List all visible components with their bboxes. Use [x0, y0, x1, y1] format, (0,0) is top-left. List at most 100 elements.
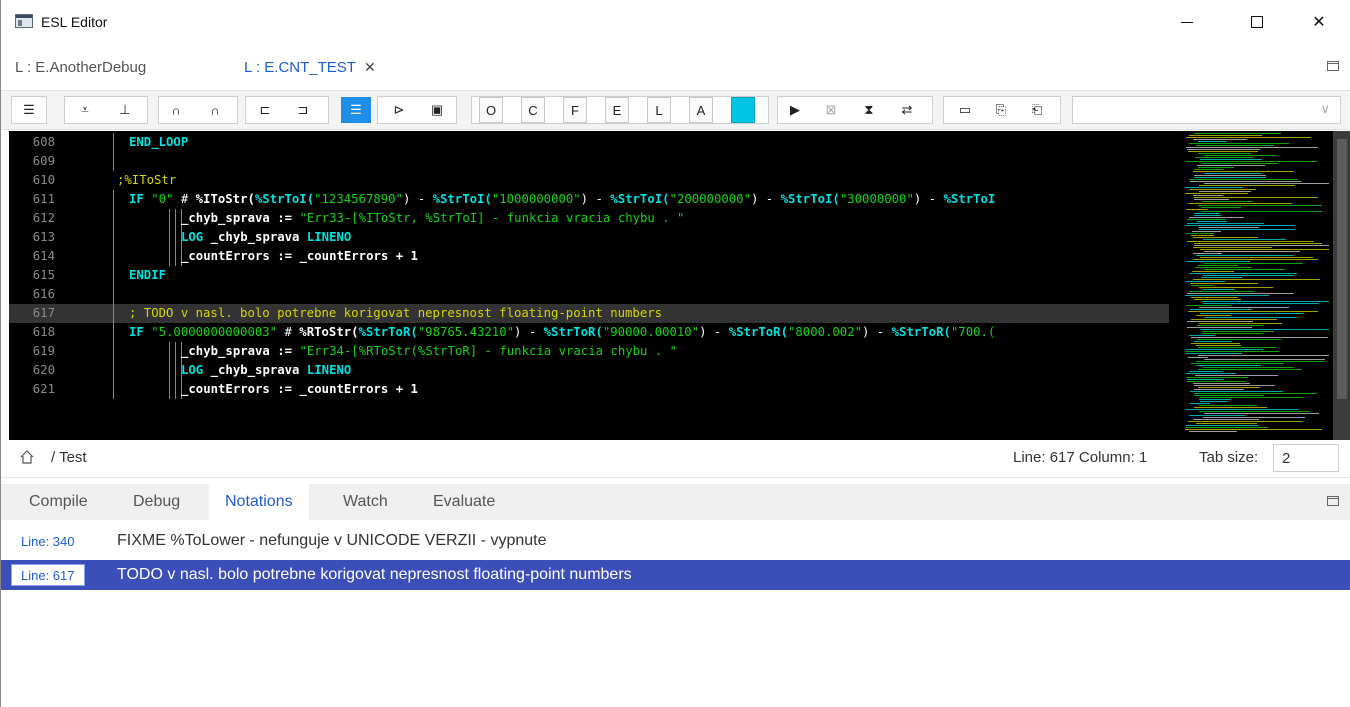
save-icon[interactable]: ▣ — [425, 97, 449, 123]
line-link[interactable]: Line: 340 — [11, 530, 85, 552]
tab-cnt-test[interactable]: L : E.CNT_TEST ✕ — [230, 48, 390, 86]
c-icon[interactable]: C — [521, 97, 545, 123]
minimap-line — [1186, 305, 1231, 306]
code-line[interactable]: 620 LOG _chyb_sprava LINENO — [9, 361, 1169, 380]
code-line[interactable]: 610 ;%IToStr — [9, 171, 1169, 190]
minimap-line — [1186, 373, 1236, 374]
bracket-right-icon[interactable]: ⊐ — [291, 97, 315, 123]
code-line[interactable]: 615 ENDIF — [9, 266, 1169, 285]
minimap-line — [1187, 293, 1294, 294]
minimap-line — [1194, 299, 1241, 300]
bracket-left-icon[interactable]: ⊏ — [253, 97, 277, 123]
minimap-line — [1186, 261, 1250, 262]
undo-icon[interactable]: ∩ — [164, 97, 188, 123]
minimap-line — [1189, 143, 1289, 144]
maximize-pane-icon[interactable] — [1327, 61, 1339, 71]
minimap[interactable] — [1179, 131, 1333, 440]
maximize-pane-icon[interactable] — [1327, 496, 1339, 506]
minimap-line — [1191, 285, 1214, 286]
minimap-line — [1193, 279, 1320, 280]
tab-label: Debug — [133, 493, 181, 510]
close-window-button[interactable]: ✕ — [1296, 0, 1342, 44]
minimize-button[interactable] — [1164, 0, 1210, 44]
code-line[interactable]: 614 _countErrors := _countErrors + 1 — [9, 247, 1169, 266]
stop-icon[interactable]: ⊠ — [819, 97, 843, 123]
code-token: %StrToI( — [780, 192, 840, 206]
minimap-line — [1189, 179, 1298, 180]
swap-icon[interactable]: ⇄ — [895, 97, 919, 123]
minimap-line — [1197, 339, 1281, 340]
toolbar-combo[interactable]: ∨ — [1072, 96, 1341, 124]
code-line[interactable]: 612 _chyb_sprava := "Err33-[%IToStr, %Str… — [9, 209, 1169, 228]
clipboard-icon[interactable]: ⎘ — [989, 97, 1013, 123]
minimap-line — [1204, 413, 1319, 414]
window-icon[interactable]: ▭ — [953, 97, 977, 123]
tab-compile[interactable]: Compile — [13, 484, 104, 520]
code-line[interactable]: 618 IF "5.0000000000003" # %RToStr(%StrTo… — [9, 323, 1169, 342]
tab-evaluate[interactable]: Evaluate — [417, 484, 511, 520]
code-line[interactable]: 621 _countErrors := _countErrors + 1 — [9, 380, 1169, 399]
code-line[interactable]: 613 LOG _chyb_sprava LINENO — [9, 228, 1169, 247]
a-icon[interactable]: A — [689, 97, 713, 123]
square-icon[interactable] — [731, 97, 755, 123]
hourglass-icon[interactable]: ⧗ — [857, 97, 881, 123]
minimap-line — [1191, 363, 1284, 364]
minimap-line — [1194, 389, 1244, 390]
minimap-line — [1186, 161, 1317, 162]
minimap-line — [1199, 411, 1310, 412]
notation-text: FIXME %ToLower - nefunguje v UNICODE VER… — [117, 532, 547, 549]
open-folder-icon[interactable]: ⊳ — [387, 97, 411, 123]
code-token: %StrToI — [943, 192, 996, 206]
tab-notations[interactable]: Notations — [209, 484, 309, 520]
minimap-line — [1191, 297, 1238, 298]
check-icon[interactable]: ⩡ — [73, 97, 97, 123]
l-icon[interactable]: L — [647, 97, 671, 123]
code-editor[interactable]: 608 END_LOOP 609 610 ;%IToStr 611 IF "0" # %IT… — [9, 131, 1333, 440]
code-line[interactable]: 609 — [9, 152, 1169, 171]
minimap-line — [1194, 175, 1266, 176]
code-line[interactable]: 616 — [9, 285, 1169, 304]
list-item[interactable]: Line: 617 TODO v nasl. bolo potrebne kor… — [1, 560, 1350, 590]
code-token: END_LOOP — [129, 135, 189, 149]
code-token: IF — [129, 325, 152, 339]
list-icon[interactable]: ☰ — [341, 97, 371, 123]
minimap-line — [1199, 229, 1295, 230]
o-icon[interactable]: O — [479, 97, 503, 123]
code-token: %IToStr( — [195, 192, 255, 206]
indent-guide — [113, 247, 114, 266]
cursor-down-icon[interactable]: ⊥ — [113, 97, 137, 123]
breadcrumb[interactable]: / Test — [51, 449, 87, 466]
code-token: LINENO — [306, 363, 352, 377]
indent-guide — [175, 361, 176, 380]
minimap-line — [1185, 193, 1248, 194]
tab-size-label: Tab size: — [1199, 449, 1259, 466]
line-link[interactable]: Line: 617 — [11, 564, 85, 586]
scrollbar-thumb[interactable] — [1337, 139, 1347, 399]
tab-close-icon[interactable]: ✕ — [364, 59, 376, 76]
code-line[interactable]: 619 _chyb_sprava := "Err34-[%RToStr(%StrT… — [9, 342, 1169, 361]
tab-watch[interactable]: Watch — [327, 484, 404, 520]
title-bar: ESL Editor ✕ — [1, 0, 1350, 44]
paste-icon[interactable]: ⎗ — [1025, 97, 1049, 123]
minimap-line — [1189, 335, 1215, 336]
list-item[interactable]: Line: 340 FIXME %ToLower - nefunguje v U… — [1, 526, 1350, 556]
code-lines[interactable]: 608 END_LOOP 609 610 ;%IToStr 611 IF "0" # %IT… — [9, 131, 1169, 440]
code-line[interactable]: 617 ; TODO v nasl. bolo potrebne korigova… — [9, 304, 1169, 323]
e-icon[interactable]: E — [605, 97, 629, 123]
tab-size-input[interactable] — [1273, 444, 1339, 472]
play-icon[interactable]: ▶ — [783, 97, 807, 123]
tab-another-debug[interactable]: L : E.AnotherDebug — [15, 48, 160, 86]
maximize-button[interactable] — [1234, 0, 1280, 44]
editor-scrollbar[interactable] — [1333, 131, 1350, 440]
code-line[interactable]: 608 END_LOOP — [9, 133, 1169, 152]
minimap-line — [1199, 307, 1289, 308]
indent-icon[interactable]: ☰ — [17, 97, 41, 123]
code-token: ) - — [913, 192, 944, 206]
code-token: %StrToR( — [543, 325, 603, 339]
tab-debug[interactable]: Debug — [117, 484, 196, 520]
f-icon[interactable]: F — [563, 97, 587, 123]
minimap-line — [1186, 209, 1208, 210]
code-line[interactable]: 611 IF "0" # %IToStr(%StrToI("1234567890"… — [9, 190, 1169, 209]
redo-icon[interactable]: ∩ — [203, 97, 227, 123]
home-icon[interactable] — [19, 449, 35, 465]
